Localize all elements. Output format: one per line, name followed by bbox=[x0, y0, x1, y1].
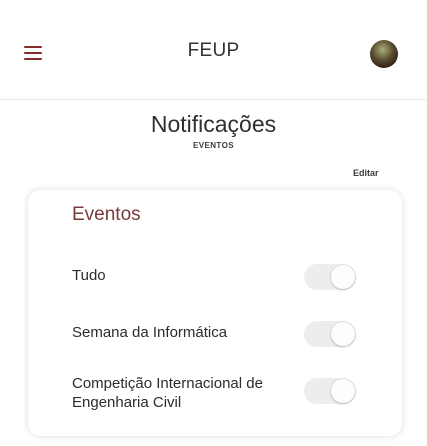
toggle-knob bbox=[331, 379, 355, 403]
toggle-all[interactable] bbox=[304, 264, 356, 290]
toggle-semana-informatica[interactable] bbox=[304, 321, 356, 347]
page-title: Notificações bbox=[150, 111, 277, 137]
toggle-knob bbox=[331, 265, 355, 289]
toggle-knob bbox=[331, 322, 355, 346]
edit-button[interactable]: Editar bbox=[353, 168, 379, 178]
toggle-competicao-engenharia-civil[interactable] bbox=[304, 378, 356, 404]
notification-label-all: Tudo bbox=[72, 267, 106, 284]
notification-label-competicao-engenharia-civil: Competição Internacional de Engenharia C… bbox=[72, 375, 263, 411]
notification-label-semana-informatica: Semana da Informática bbox=[72, 324, 228, 341]
app-header: FEUP bbox=[0, 0, 427, 100]
section-title: Eventos bbox=[72, 204, 141, 225]
events-card: Eventos Tudo Semana da Informática Compe… bbox=[28, 190, 402, 436]
user-avatar[interactable] bbox=[370, 40, 398, 68]
app-title: FEUP bbox=[187, 40, 240, 61]
page-subtitle: EVENTOS bbox=[193, 141, 234, 150]
